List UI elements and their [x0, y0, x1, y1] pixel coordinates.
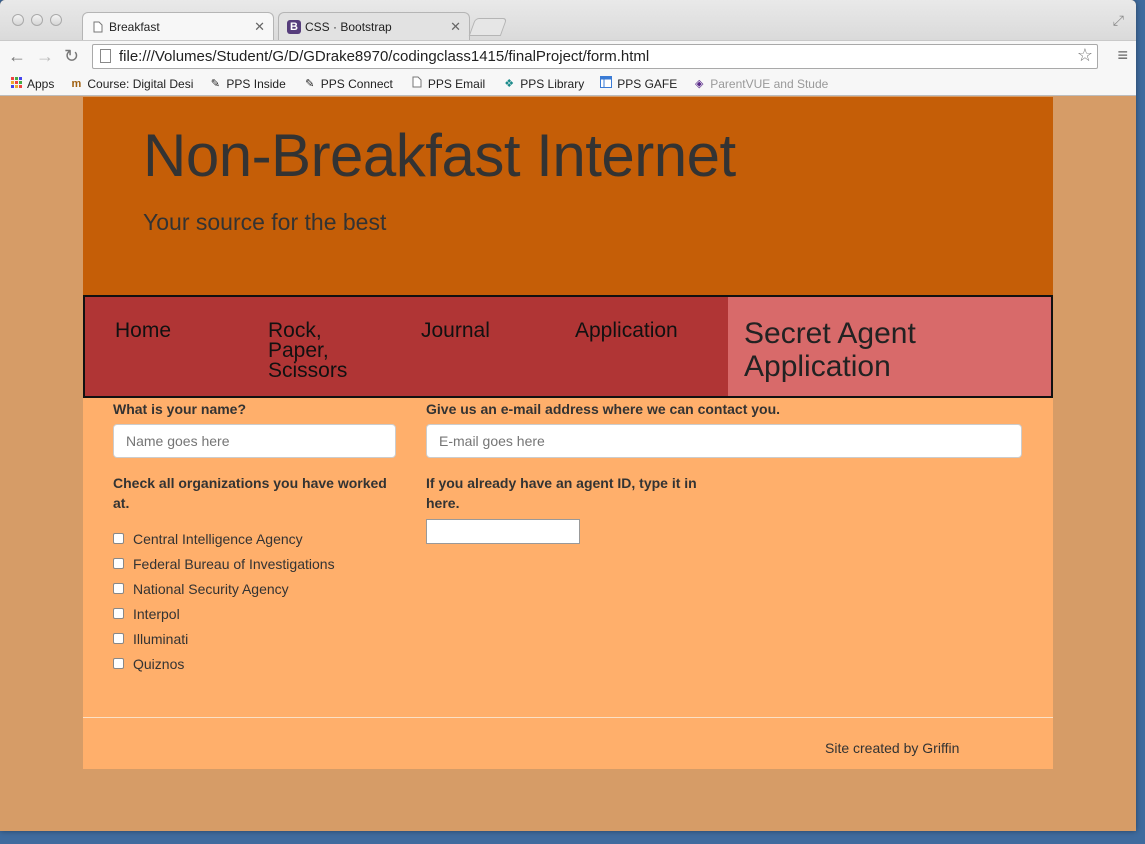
bookmarks-bar: Apps m Course: Digital Desi ✎ PPS Inside… [0, 72, 1136, 96]
gafe-icon [600, 76, 613, 91]
new-tab-button[interactable] [468, 18, 508, 36]
menu-icon[interactable]: ≡ [1117, 45, 1128, 66]
org-checkbox-row[interactable]: Interpol [113, 601, 335, 626]
course-icon: m [71, 77, 82, 90]
tab-title: CSS · Bootstrap [305, 19, 392, 34]
address-bar[interactable]: file:///Volumes/Student/G/D/GDrake8970/c… [92, 44, 1098, 69]
window-controls [12, 14, 62, 26]
nav-active-label: Secret Agent Application [744, 317, 916, 383]
library-icon: ❖ [504, 78, 515, 90]
zoom-window-button[interactable] [50, 14, 62, 26]
org-checkbox-row[interactable]: National Security Agency [113, 576, 335, 601]
tab-strip: Breakfast ✕ B CSS · Bootstrap ✕ ⤢ [0, 0, 1136, 40]
bookmark-apps[interactable]: Apps [10, 76, 55, 91]
bookmark-label: PPS Inside [226, 76, 286, 91]
page-icon [91, 20, 105, 34]
bookmark-pps-gafe[interactable]: PPS GAFE [600, 76, 677, 91]
forward-icon[interactable]: → [36, 46, 54, 67]
parentvue-icon: ◈ [695, 78, 704, 90]
org-label: Illuminati [133, 630, 189, 647]
bookmark-label: Apps [27, 76, 55, 91]
nav-home[interactable]: Home [115, 320, 171, 341]
agent-id-label: If you already have an agent ID, type it… [426, 475, 697, 511]
org-label: Quiznos [133, 655, 185, 672]
bookmark-label: PPS Email [427, 76, 486, 91]
bookmark-parentvue[interactable]: ◈ ParentVUE and Stude [693, 77, 828, 91]
site-title: Non-Breakfast Internet [143, 122, 736, 189]
bookmark-course[interactable]: m Course: Digital Desi [70, 77, 193, 91]
nav-journal[interactable]: Journal [421, 320, 490, 341]
footer-divider [83, 717, 1053, 718]
header-jumbotron: Non-Breakfast Internet Your source for t… [83, 97, 1053, 295]
apps-grid-icon [10, 76, 22, 91]
org-label: National Security Agency [133, 580, 289, 597]
browser-toolbar: ← → ↻ file:///Volumes/Student/G/D/GDrake… [0, 40, 1136, 72]
footer-credit: Site created by Griffin [825, 740, 960, 756]
email-label: Give us an e-mail address where we can c… [426, 401, 781, 417]
bookmark-pps-inside[interactable]: ✎ PPS Inside [209, 76, 286, 91]
bookmark-star-icon[interactable]: ☆ [1077, 44, 1093, 67]
tab-bootstrap[interactable]: B CSS · Bootstrap ✕ [278, 12, 470, 40]
org-checkbox-row[interactable]: Quiznos [113, 651, 335, 676]
nav-application[interactable]: Application [575, 320, 678, 341]
email-input[interactable] [426, 424, 1022, 458]
org-checkbox-row[interactable]: Illuminati [113, 626, 335, 651]
back-icon[interactable]: ← [8, 46, 26, 67]
org-label: Interpol [133, 605, 180, 622]
bootstrap-icon: B [287, 19, 301, 34]
minimize-window-button[interactable] [31, 14, 43, 26]
reload-icon[interactable]: ↻ [64, 46, 79, 67]
nav-rock-paper-scissors[interactable]: Rock, Paper, Scissors [268, 320, 368, 381]
checkbox[interactable] [113, 583, 124, 594]
organizations-label: Check all organizations you have worked … [113, 475, 387, 511]
site-subtitle: Your source for the best [143, 209, 387, 235]
bookmark-label: PPS Connect [320, 76, 393, 91]
checkbox[interactable] [113, 633, 124, 644]
org-checkbox-row[interactable]: Central Intelligence Agency [113, 526, 335, 551]
checkbox[interactable] [113, 533, 124, 544]
fullscreen-icon[interactable]: ⤢ [1113, 12, 1124, 29]
page-container: Non-Breakfast Internet Your source for t… [83, 97, 1053, 769]
checkbox[interactable] [113, 558, 124, 569]
org-label: Central Intelligence Agency [133, 530, 303, 547]
tab-breakfast[interactable]: Breakfast ✕ [82, 12, 274, 40]
close-tab-icon[interactable]: ✕ [254, 19, 265, 35]
bookmark-pps-library[interactable]: ❖ PPS Library [503, 77, 584, 91]
checkbox[interactable] [113, 608, 124, 619]
checkbox[interactable] [113, 658, 124, 669]
pps-icon: ✎ [210, 78, 221, 90]
tab-title: Breakfast [109, 19, 160, 34]
bookmark-label: Course: Digital Desi [87, 76, 194, 91]
close-window-button[interactable] [12, 14, 24, 26]
pps-icon: ✎ [305, 78, 315, 90]
org-checkbox-row[interactable]: Federal Bureau of Investigations [113, 551, 335, 576]
bookmark-label: PPS GAFE [617, 76, 678, 91]
org-label: Federal Bureau of Investigations [133, 555, 335, 572]
organizations-checklist: Central Intelligence Agency Federal Bure… [113, 526, 335, 676]
page-icon [411, 76, 423, 91]
name-label: What is your name? [113, 401, 247, 417]
close-tab-icon[interactable]: ✕ [450, 19, 461, 35]
agent-id-input[interactable] [426, 519, 580, 544]
bookmark-label: ParentVUE and Stude [710, 76, 829, 91]
browser-window: Breakfast ✕ B CSS · Bootstrap ✕ ⤢ ← → ↻ … [0, 0, 1136, 831]
main-navbar: Home Rock, Paper, Scissors Journal Appli… [83, 295, 1053, 398]
bookmark-pps-email[interactable]: PPS Email [411, 76, 485, 91]
bookmark-pps-connect[interactable]: ✎ PPS Connect [304, 77, 393, 91]
name-input[interactable] [113, 424, 396, 458]
page-icon [100, 49, 111, 63]
url-text: file:///Volumes/Student/G/D/GDrake8970/c… [119, 48, 650, 65]
bookmark-label: PPS Library [520, 76, 585, 91]
nav-secret-agent-application[interactable]: Secret Agent Application [728, 297, 1051, 396]
